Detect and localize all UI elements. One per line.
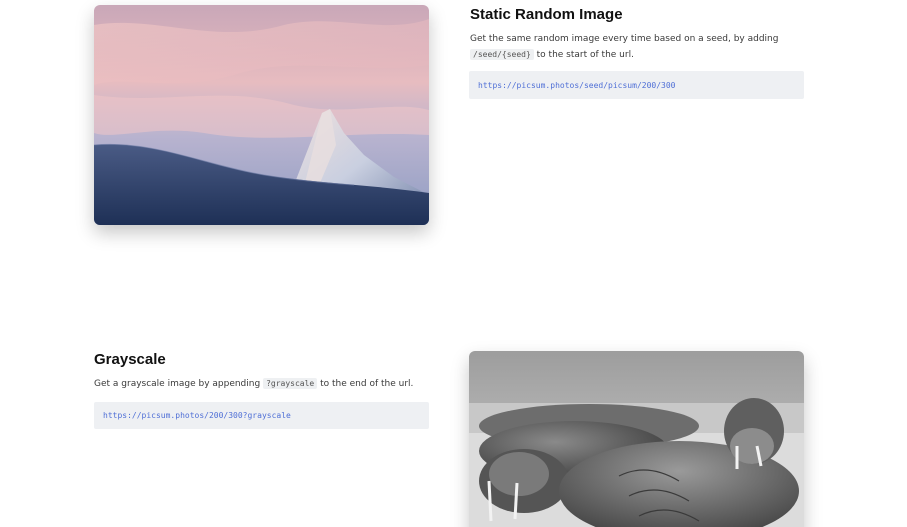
seed-code-snippet: /seed/{seed}: [470, 49, 534, 60]
description-text: Get a grayscale image by appending: [94, 379, 261, 389]
mountain-photo: [94, 5, 429, 225]
grayscale-url[interactable]: https://picsum.photos/200/300?grayscale: [94, 402, 429, 429]
description-text-end: to the start of the url.: [533, 50, 634, 60]
page: Static Random Image Get the same random …: [0, 0, 907, 527]
grayscale-code-snippet: ?grayscale: [263, 378, 318, 389]
description-text: Get the same random image every time bas…: [470, 34, 779, 44]
grayscale-image-example: [469, 351, 804, 527]
static-random-image-title: Static Random Image: [470, 6, 623, 23]
static-random-image-example: [94, 5, 429, 225]
grayscale-description: Get a grayscale image by appending ?gray…: [94, 376, 434, 392]
static-random-image-description: Get the same random image every time bas…: [470, 31, 800, 63]
grayscale-title: Grayscale: [94, 351, 166, 368]
walrus-photo: [469, 351, 804, 527]
static-random-image-url[interactable]: https://picsum.photos/seed/picsum/200/30…: [469, 71, 804, 99]
description-text-end: to the end of the url.: [317, 379, 414, 389]
